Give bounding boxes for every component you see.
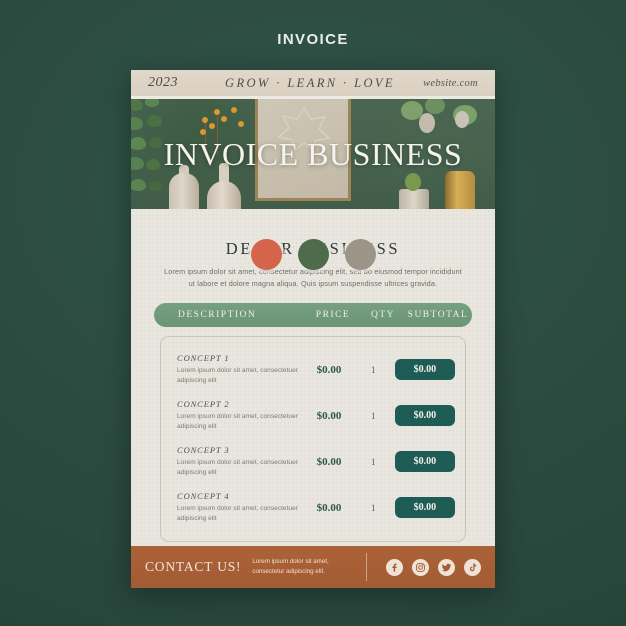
- tiktok-icon[interactable]: [464, 558, 481, 576]
- color-swatches: [131, 239, 495, 270]
- cactus-pot: [399, 189, 429, 209]
- banner-strip: 2023 GROW · LEARN · LOVE website.com: [131, 70, 495, 99]
- brass-vase: [445, 171, 475, 209]
- row-subtotal-cell: $0.00: [391, 451, 459, 473]
- row-subtotal: $0.00: [394, 359, 455, 381]
- row-description-text: Lorem ipsum dolor sit amet, consectetuer…: [177, 413, 298, 431]
- row-subtotal: $0.00: [394, 497, 455, 519]
- row-qty: 1: [371, 410, 376, 421]
- table-row[interactable]: CONCEPT 2 Lorem ipsum dolor sit amet, co…: [161, 393, 465, 439]
- table-header: DESCRIPTION PRICE QTY SUBTOTAL: [154, 302, 472, 327]
- table-header-price: PRICE: [315, 309, 351, 320]
- row-subtotal: $0.00: [394, 405, 455, 427]
- banner-website[interactable]: website.com: [396, 78, 478, 89]
- swatch-forest-green: [297, 239, 329, 270]
- row-description-text: Lorem ipsum dolor sit amet, consectetuer…: [177, 367, 298, 385]
- invoice-page: INVOICE 2023 GROW · LEARN · LOVE website…: [0, 0, 626, 626]
- row-description-cell: CONCEPT 3 Lorem ipsum dolor sit amet, co…: [177, 445, 302, 478]
- page-title: INVOICE: [277, 31, 349, 48]
- row-qty: 1: [371, 502, 376, 513]
- row-price: $0.00: [316, 409, 342, 422]
- row-qty: 1: [371, 364, 376, 375]
- row-concept-label: CONCEPT 1: [177, 353, 230, 364]
- row-description-cell: CONCEPT 4 Lorem ipsum dolor sit amet, co…: [177, 491, 302, 524]
- contact-title: CONTACT US!: [145, 559, 242, 574]
- cactus-plant: [405, 173, 421, 191]
- table-rows: CONCEPT 1 Lorem ipsum dolor sit amet, co…: [160, 335, 466, 542]
- row-qty: 1: [371, 456, 376, 467]
- instagram-icon[interactable]: [412, 558, 429, 576]
- table-row[interactable]: CONCEPT 1 Lorem ipsum dolor sit amet, co…: [161, 347, 465, 393]
- row-subtotal-cell: $0.00: [391, 405, 459, 427]
- social-links: [386, 558, 481, 576]
- row-description-text: Lorem ipsum dolor sit amet, consectetuer…: [177, 505, 298, 523]
- table-header-description: DESCRIPTION: [178, 309, 257, 320]
- row-subtotal-cell: $0.00: [391, 359, 459, 381]
- contact-footer: CONTACT US! Lorem ipsum dolor sit amet, …: [131, 546, 495, 588]
- invoice-card: 2023 GROW · LEARN · LOVE website.com INV…: [131, 70, 495, 588]
- facebook-icon[interactable]: [386, 558, 403, 576]
- swatch-terracotta: [250, 239, 282, 270]
- banner-slogan: GROW · LEARN · LOVE: [225, 75, 395, 90]
- table-row[interactable]: CONCEPT 4 Lorem ipsum dolor sit amet, co…: [161, 485, 465, 531]
- row-concept-label: CONCEPT 3: [177, 445, 230, 456]
- contact-description: Lorem ipsum dolor sit amet, consectetur …: [252, 558, 329, 575]
- row-concept-label: CONCEPT 4: [177, 491, 230, 502]
- banner-year: 2023: [148, 75, 178, 90]
- row-price: $0.00: [316, 455, 342, 468]
- row-description-text: Lorem ipsum dolor sit amet, consectetuer…: [177, 459, 298, 477]
- row-subtotal-cell: $0.00: [391, 497, 459, 519]
- row-concept-label: CONCEPT 2: [177, 399, 230, 410]
- row-subtotal: $0.00: [394, 451, 455, 473]
- hero-title: INVOICE BUSINESS: [163, 136, 463, 172]
- table-header-subtotal: SUBTOTAL: [407, 309, 469, 320]
- hero-photo: INVOICE BUSINESS: [131, 99, 495, 209]
- row-description-cell: CONCEPT 1 Lorem ipsum dolor sit amet, co…: [177, 353, 302, 386]
- row-price: $0.00: [316, 363, 342, 376]
- table-row[interactable]: CONCEPT 3 Lorem ipsum dolor sit amet, co…: [161, 439, 465, 485]
- footer-divider: [366, 553, 368, 581]
- ceramic-vase-left: [169, 173, 199, 209]
- row-price: $0.00: [316, 501, 342, 514]
- row-description-cell: CONCEPT 2 Lorem ipsum dolor sit amet, co…: [177, 399, 302, 432]
- twitter-icon[interactable]: [438, 558, 455, 576]
- table-header-qty: QTY: [370, 309, 396, 320]
- ceramic-vase-right: [207, 181, 241, 209]
- swatch-warm-grey: [344, 239, 376, 270]
